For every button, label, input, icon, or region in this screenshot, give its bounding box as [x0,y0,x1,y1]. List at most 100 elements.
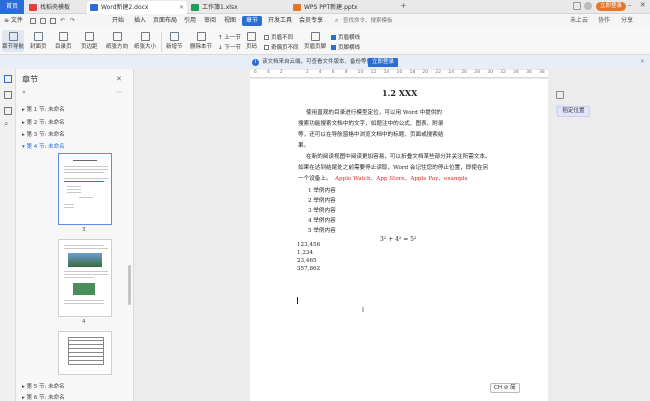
ibeam-icon: I [362,306,365,314]
menu-item[interactable]: 插入 [134,14,146,28]
orientation-button[interactable]: 纸张方向 [106,32,128,50]
app-name: App Store [376,176,405,182]
excel-icon [191,4,199,11]
avatar[interactable] [584,2,592,10]
chapter-item[interactable]: ▸ 第 5 节: 未命名 [22,382,65,390]
page-thumbnail[interactable] [58,331,112,375]
tab-template[interactable]: 找稻壳模板 [26,1,86,14]
delete-section-button[interactable]: 删除本节 [190,32,212,50]
cover-icon [33,32,43,41]
info-icon: i [252,59,259,66]
menu-item[interactable]: 审阅 [204,14,216,28]
ruler-tick-label: 28 [474,70,480,75]
header-footer-button[interactable]: 页眉页脚 [304,32,326,50]
chapter-item[interactable]: ▸ 第 6 节: 未命名 [22,393,65,401]
collapse-icon[interactable]: « [22,89,26,96]
locate-button[interactable]: 稻定位置 [557,106,590,117]
menu-item[interactable]: 开发工具 [268,14,292,28]
collaborate-button[interactable]: 协作 [598,14,610,28]
page-thumbnail[interactable] [58,153,112,225]
add-tab-button[interactable]: + [400,1,407,10]
command-search[interactable]: ⌕ 查找命令、搜索模板 [335,17,405,25]
share-button[interactable]: 分享 [621,14,633,28]
quick-access-toolbar[interactable]: ↶ ↷ [28,17,88,25]
horizontal-ruler[interactable]: 6 4 2 2 4 6 8 10 12 14 16 18 20 22 24 26 28 30 32 34 36 38 [250,70,548,78]
chapter-item[interactable]: ▸ 第 3 节: 未命名 [22,130,65,138]
new-section-button[interactable]: 新增节 [166,32,183,50]
tab-word-doc[interactable]: Word新建2.docx ✕ [87,1,187,14]
menu-item[interactable]: 页面布局 [153,14,177,28]
paper-size-button[interactable]: 纸张大小 [134,32,156,50]
close-icon[interactable]: ✕ [179,1,184,14]
chapter-item[interactable]: ▸ 第 1 节: 未命名 [22,105,65,113]
bookmark-icon[interactable] [4,107,12,115]
page-thumbnail[interactable] [58,239,112,317]
close-icon[interactable]: ✕ [640,56,645,69]
window-controls[interactable]: – ✕ [628,1,649,9]
margins-icon [84,32,94,41]
chapter-nav-button[interactable]: 章节导航 [2,30,24,52]
menu-item[interactable]: 会员专享 [299,14,323,28]
odd-even-checkbox[interactable]: 奇偶页不同 [264,43,299,51]
margins-button[interactable]: 页边距 [81,32,98,50]
document-page[interactable]: 1.2 XXX 使用直观的目录进行模型定位，可以用 Word 中提供的 搜索功能… [250,79,548,401]
ruler-tick-label: 12 [370,70,377,75]
close-icon[interactable]: ✕ [116,75,122,83]
prev-section-button[interactable]: ↑ 上一节 [218,33,241,41]
home-tab[interactable]: 首页 [0,0,24,14]
ruler-tick-label: 4 [318,70,322,75]
scrollbar-thumb[interactable] [128,265,131,305]
menu-item[interactable]: 引用 [184,14,196,28]
window-layout-icon[interactable] [573,2,581,10]
home-icon[interactable] [556,91,564,99]
search-input[interactable]: 查找命令、搜索模板 [343,17,393,25]
right-side-panel: 稻定位置 [551,88,650,401]
header-footer-icon [310,32,320,41]
ime-indicator[interactable]: CH ⊘ 简 [490,383,520,393]
word-icon [90,4,98,11]
undo-icon[interactable]: ↶ [60,17,65,24]
app-name: Apple Pay [410,176,439,182]
checkbox-icon [264,45,269,50]
app-name: example [444,176,468,182]
down-arrow-icon: ↓ [218,45,223,51]
more-icon[interactable]: ⋯ [116,89,122,96]
menu-item[interactable]: 视图 [224,14,236,28]
list-item: 1 举例内容 [308,188,336,194]
button-label: 章节导航 [2,44,25,50]
footer-line-checkbox[interactable]: 页脚横线 [331,43,360,51]
cloud-status[interactable]: 未上云 [570,14,588,28]
tab-excel[interactable]: 工作簿1.xlsx [188,1,288,14]
file-menu[interactable]: ≡ 文件 [4,14,23,28]
notice-login-button[interactable]: 立即登录 [368,58,399,67]
chapter-panel-icon[interactable] [4,75,12,83]
menu-item[interactable]: 开始 [112,14,124,28]
ruler-tick-label: 2 [305,70,309,75]
search-icon[interactable]: ⌕ [4,119,8,129]
tab-chapter[interactable]: 章节 [242,16,263,26]
button-label: 页边距 [81,44,98,50]
next-section-button[interactable]: ↓ 下一节 [218,43,241,51]
button-label: 封面页 [30,44,47,50]
equation: 3² + 4² = 5² [380,236,417,243]
chapter-item-active[interactable]: ▾ 第 4 节: 未命名 [22,142,65,150]
redo-icon[interactable]: ↷ [70,17,75,24]
thumbnail-image [68,253,102,267]
save-icon[interactable] [30,18,36,24]
page-number-button[interactable]: 页码 [246,32,257,50]
header-diff-checkbox[interactable]: 页眉不同 [264,33,293,41]
outline-icon[interactable] [4,91,12,99]
header-line-checkbox[interactable]: 页眉横线 [331,33,360,41]
ruler-tick-label: 16 [396,70,403,75]
delete-section-icon [196,32,206,41]
left-icon-strip: ⌕ [0,69,16,401]
export-icon[interactable] [40,18,46,24]
tab-ppt[interactable]: WPS PPT新建.pptx [290,1,395,14]
number-line: 1,234 [297,250,314,256]
login-button[interactable]: 立即登录 [596,2,627,11]
new-section-icon [169,32,179,41]
print-icon[interactable] [50,18,56,24]
toc-button[interactable]: 目录页 [55,32,72,50]
chapter-item[interactable]: ▸ 第 2 节: 未命名 [22,118,65,126]
cover-button[interactable]: 封面页 [30,32,47,50]
